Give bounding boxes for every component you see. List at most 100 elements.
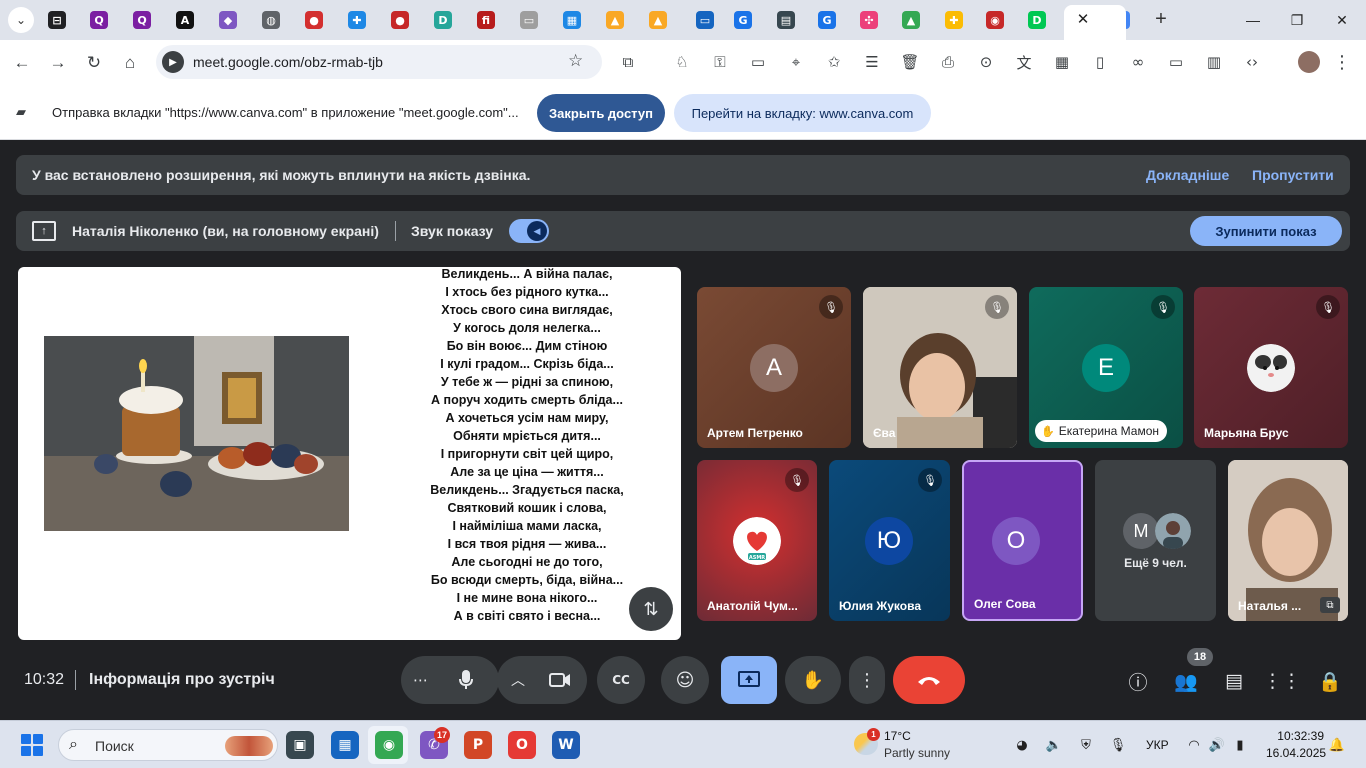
devtools-icon[interactable]: ‹›	[1242, 52, 1262, 72]
meeting-info-title[interactable]: Інформація про зустріч	[89, 671, 275, 689]
favicon-15-icon[interactable]: ▲	[649, 11, 667, 29]
video-options-icon[interactable]: ︿	[511, 670, 525, 690]
new-tab-button[interactable]: +	[1150, 8, 1172, 30]
site-info-icon[interactable]: ▶	[162, 51, 184, 73]
defender-icon[interactable]: ⛨	[1077, 736, 1095, 754]
translate-icon[interactable]: 文	[1014, 52, 1034, 72]
favicon-9-icon[interactable]: ●	[391, 11, 409, 29]
captions-icon[interactable]: CC	[597, 656, 645, 704]
meeting-details-icon[interactable]: ⓘ	[1125, 668, 1151, 694]
favicon-4-icon[interactable]: A	[176, 11, 194, 29]
favicon-13-icon[interactable]: ▦	[563, 11, 581, 29]
address-url[interactable]: meet.google.com/obz-rmab-tjb	[193, 54, 383, 70]
favicon-24-icon[interactable]: D	[1028, 11, 1046, 29]
location-icon[interactable]: ⌖	[786, 52, 806, 72]
stop-sharing-button[interactable]: Закрыть доступ	[537, 94, 665, 132]
tray-app-icon[interactable]: ◕	[1013, 736, 1031, 754]
tab-search-menu-icon[interactable]: ⌄	[8, 7, 34, 33]
favicon-22-icon[interactable]: ✚	[945, 11, 963, 29]
bookmark-star-icon[interactable]: ☆	[568, 51, 583, 71]
input-language[interactable]: УКР	[1146, 738, 1169, 752]
favicon-2-icon[interactable]: Q	[90, 11, 108, 29]
cast-icon[interactable]: ▭	[1166, 52, 1186, 72]
favicon-21-icon[interactable]: ▲	[902, 11, 920, 29]
pin-tile-icon[interactable]: ⧉	[1320, 597, 1340, 613]
favicon-23-icon[interactable]: ◉	[986, 11, 1004, 29]
favicon-18-icon[interactable]: ▤	[777, 11, 795, 29]
participant-tile-speaking[interactable]: О Олег Сова	[962, 460, 1083, 621]
extension-2-icon[interactable]: ♘	[672, 52, 692, 72]
participant-tile[interactable]: 🎙 Єва	[863, 287, 1017, 448]
capture-icon[interactable]: ⊙	[976, 52, 996, 72]
favicon-7-icon[interactable]: ●	[305, 11, 323, 29]
window-minimize-button[interactable]: —	[1241, 8, 1265, 32]
favicon-8-icon[interactable]: ✚	[348, 11, 366, 29]
powerpoint-icon[interactable]: P	[464, 731, 492, 759]
weather-description[interactable]: Partly sunny	[884, 746, 950, 760]
window-maximize-button[interactable]: ❐	[1285, 8, 1309, 32]
more-options-icon[interactable]: ⋮	[849, 656, 885, 704]
forward-button[interactable]: →	[46, 51, 70, 75]
profile-avatar[interactable]	[1298, 51, 1320, 73]
present-screen-button[interactable]	[721, 656, 777, 704]
opera-icon[interactable]: O	[508, 731, 536, 759]
audio-options-icon[interactable]: ⋯	[413, 671, 428, 689]
back-button[interactable]: ←	[10, 51, 34, 75]
reader-icon[interactable]: ▯	[1090, 52, 1110, 72]
activities-icon[interactable]: ⋮⋮	[1263, 668, 1301, 694]
participant-tile[interactable]: 🎙 ASMR Анатолій Чум...	[697, 460, 817, 621]
swap-layout-button[interactable]: ⇅	[629, 587, 673, 631]
raise-hand-icon[interactable]: ✋	[785, 656, 841, 704]
host-controls-icon[interactable]: 🔒	[1317, 668, 1343, 694]
reading-list-icon[interactable]: ☰	[862, 52, 882, 72]
key-icon[interactable]: ⚿	[710, 52, 730, 72]
task-view-icon[interactable]: ▣	[286, 731, 314, 759]
taskbar-search[interactable]: ⌕ Поиск	[58, 729, 278, 761]
favicon-10-icon[interactable]: D	[434, 11, 452, 29]
word-icon[interactable]: W	[552, 731, 580, 759]
favicon-5-icon[interactable]: ◆	[219, 11, 237, 29]
windows-start-icon[interactable]	[21, 734, 43, 756]
wifi-icon[interactable]: ◠	[1185, 736, 1203, 754]
browser-menu-icon[interactable]: ⋮	[1332, 51, 1352, 73]
notifications-bell-icon[interactable]: 🔔	[1328, 736, 1346, 754]
favicon-6-icon[interactable]: ◍	[262, 11, 280, 29]
extensions-puzzle-icon[interactable]: ⧉	[618, 52, 638, 72]
card-icon[interactable]: ▭	[748, 52, 768, 72]
favicon-14-icon[interactable]: ▲	[606, 11, 624, 29]
volume-mute-icon[interactable]: 🔈	[1045, 736, 1063, 754]
participant-tile[interactable]: 🎙 А Артем Петренко	[697, 287, 851, 448]
store-icon[interactable]: ▦	[331, 731, 359, 759]
window-close-button[interactable]: ✕	[1330, 8, 1354, 32]
participant-tile[interactable]: 🎙 Е ✋ Екатерина Мамон	[1029, 287, 1183, 448]
participant-tile[interactable]: 🎙 Ю Юлия Жукова	[829, 460, 950, 621]
favicon-11-icon[interactable]: fi	[477, 11, 495, 29]
favicon-17-icon[interactable]: G	[734, 11, 752, 29]
people-icon[interactable]: 👥	[1173, 668, 1199, 694]
taskbar-date[interactable]: 16.04.2025	[1266, 746, 1326, 760]
learn-more-link[interactable]: Докладніше	[1146, 167, 1229, 183]
address-bar[interactable]: ▶ meet.google.com/obz-rmab-tjb ☆	[156, 45, 602, 79]
reload-button[interactable]: ↻	[82, 51, 106, 75]
more-participants-tile[interactable]: М Ещё 9 чел.	[1095, 460, 1216, 621]
home-button[interactable]: ⌂	[118, 51, 142, 75]
favicon-19-icon[interactable]: G	[818, 11, 836, 29]
chat-icon[interactable]: ▤	[1221, 668, 1247, 694]
weather-temperature[interactable]: 17°C	[884, 729, 911, 743]
camera-icon[interactable]	[547, 667, 573, 693]
favicon-3-icon[interactable]: Q	[133, 11, 151, 29]
microphone-tray-icon[interactable]: 🎙	[1109, 736, 1127, 754]
star-add-icon[interactable]: ✩	[824, 52, 844, 72]
skip-link[interactable]: Пропустити	[1252, 167, 1334, 183]
battery-icon[interactable]: ▮	[1231, 736, 1249, 754]
microphone-icon[interactable]	[453, 667, 479, 693]
speaker-tray-icon[interactable]: 🔊	[1208, 736, 1226, 754]
share-sound-toggle[interactable]: ◀	[509, 219, 549, 243]
print-icon[interactable]: ⎙	[938, 52, 958, 72]
tab-close-icon[interactable]: ✕	[1074, 10, 1092, 28]
sidepanel-icon[interactable]: ▥	[1204, 52, 1224, 72]
favicon-20-icon[interactable]: ✣	[860, 11, 878, 29]
qr-icon[interactable]: ▦	[1052, 52, 1072, 72]
emoji-reaction-icon[interactable]: ☺	[661, 656, 709, 704]
trash-icon[interactable]: 🗑	[900, 52, 920, 72]
